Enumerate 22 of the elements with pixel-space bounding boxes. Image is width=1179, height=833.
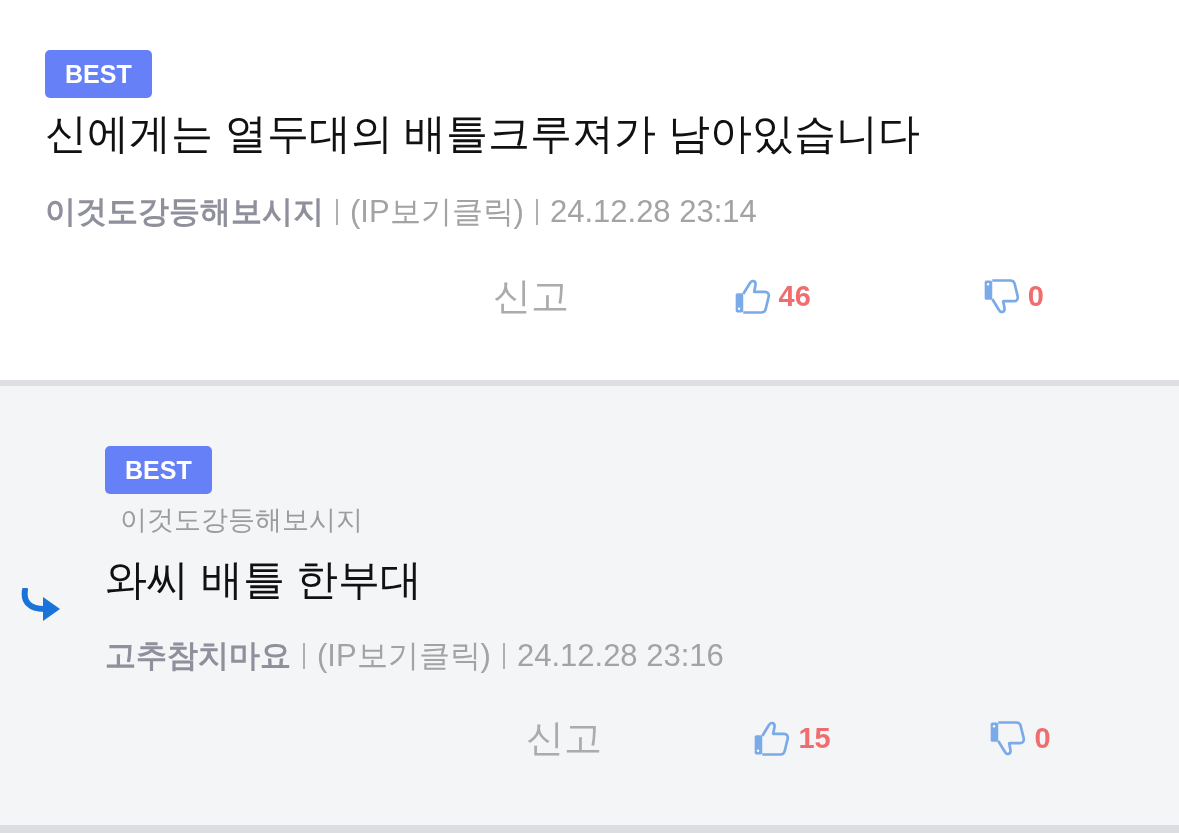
author-name: 이것도강등해보시지: [45, 193, 324, 231]
thumbs-up-icon: [753, 719, 791, 757]
thumbs-up-icon: [733, 277, 771, 315]
ip-link[interactable]: (IP보기클릭): [350, 190, 524, 234]
author-name: 고추참치마요: [105, 637, 291, 675]
thumbs-down-icon: [989, 719, 1027, 757]
dislike-button[interactable]: 0: [982, 276, 1044, 316]
reply-target-name: 이것도강등해보시지: [120, 504, 364, 537]
report-button[interactable]: 신고: [493, 272, 569, 320]
dislike-button[interactable]: 0: [989, 718, 1051, 758]
comment-text: 와씨 배틀 한부대: [105, 555, 424, 605]
like-button[interactable]: 46: [733, 276, 811, 316]
best-badge: BEST: [45, 50, 152, 98]
comment-text: 신에게는 열두대의 배틀크루져가 남아있습니다: [45, 109, 921, 159]
report-button[interactable]: 신고: [526, 714, 603, 762]
thumbs-down-icon: [982, 277, 1020, 315]
reply-arrow-icon: [20, 588, 60, 622]
ip-link[interactable]: (IP보기클릭): [317, 634, 491, 678]
best-badge: BEST: [105, 446, 212, 494]
timestamp: 24.12.28 23:16: [516, 637, 724, 675]
timestamp: 24.12.28 23:14: [549, 193, 757, 231]
like-button[interactable]: 15: [753, 718, 831, 758]
